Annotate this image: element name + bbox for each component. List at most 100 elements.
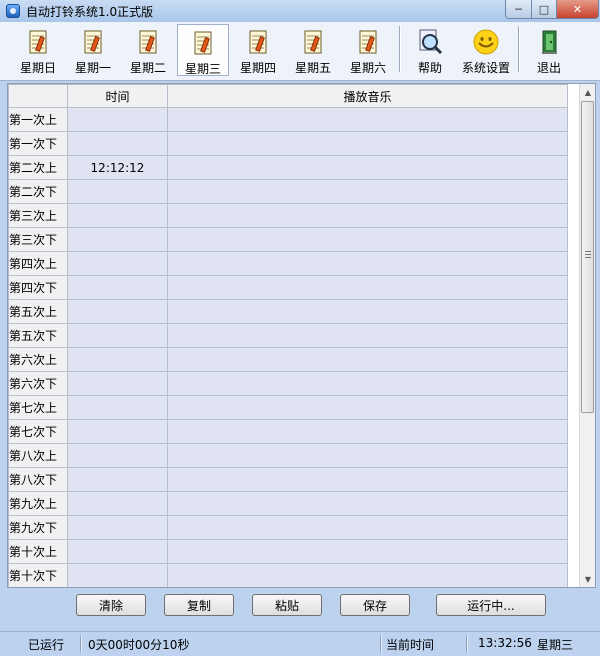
time-cell[interactable] <box>67 227 168 252</box>
exit-button[interactable]: 退出 <box>528 24 570 76</box>
maximize-button[interactable]: □ <box>531 0 557 19</box>
toolbar: 星期日 星期一 星期二 星期三 星期四 星期五 星期六 帮助 系统设置 退出 <box>0 22 600 81</box>
time-cell[interactable] <box>67 515 168 540</box>
time-cell[interactable] <box>67 491 168 516</box>
save-button[interactable]: 保存 <box>340 594 410 616</box>
music-cell[interactable] <box>167 155 568 180</box>
table-row: 第四次下 <box>8 275 568 300</box>
day-label: 星期五 <box>294 61 331 75</box>
day-button-4[interactable]: 星期四 <box>232 24 284 76</box>
music-cell[interactable] <box>167 251 568 276</box>
running-duration: 0天00时00分10秒 <box>88 638 190 652</box>
row-label: 第四次上 <box>8 251 68 276</box>
maximize-icon: □ <box>538 2 550 16</box>
close-button[interactable]: ✕ <box>556 0 599 19</box>
time-cell[interactable] <box>67 563 168 587</box>
row-label: 第二次上 <box>8 155 68 180</box>
time-cell[interactable] <box>67 131 168 156</box>
music-cell[interactable] <box>167 563 568 587</box>
minimize-button[interactable]: ─ <box>505 0 532 19</box>
music-cell[interactable] <box>167 395 568 420</box>
help-button[interactable]: 帮助 <box>406 24 454 76</box>
music-cell[interactable] <box>167 419 568 444</box>
time-cell[interactable] <box>67 299 168 324</box>
minimize-icon: ─ <box>515 2 522 16</box>
row-label: 第五次下 <box>8 323 68 348</box>
day-button-5[interactable]: 星期五 <box>287 24 339 76</box>
row-label: 第一次上 <box>8 107 68 132</box>
music-cell[interactable] <box>167 467 568 492</box>
music-cell[interactable] <box>167 275 568 300</box>
close-icon: ✕ <box>572 2 583 16</box>
table-row: 第二次上 12:12:12 <box>8 155 568 180</box>
music-cell[interactable] <box>167 443 568 468</box>
music-cell[interactable] <box>167 179 568 204</box>
day-button-3[interactable]: 星期三 <box>177 24 229 76</box>
day-button-0[interactable]: 星期日 <box>12 24 64 76</box>
time-cell[interactable] <box>67 323 168 348</box>
status-separator <box>80 635 82 653</box>
exit-label: 退出 <box>536 61 561 75</box>
day-button-6[interactable]: 星期六 <box>342 24 394 76</box>
time-cell[interactable] <box>67 107 168 132</box>
time-cell[interactable] <box>67 467 168 492</box>
music-cell[interactable] <box>167 515 568 540</box>
settings-label: 系统设置 <box>461 61 510 75</box>
settings-button[interactable]: 系统设置 <box>458 24 514 76</box>
run-button[interactable]: 运行中... <box>436 594 546 616</box>
time-cell[interactable] <box>67 347 168 372</box>
current-day-value: 星期三 <box>537 638 574 652</box>
table-row: 第五次下 <box>8 323 568 348</box>
row-label: 第六次下 <box>8 371 68 396</box>
time-cell[interactable] <box>67 443 168 468</box>
music-cell[interactable] <box>167 299 568 324</box>
smiley-settings-icon <box>473 29 499 55</box>
time-cell[interactable]: 12:12:12 <box>67 155 168 180</box>
table-row: 第一次上 <box>8 107 568 132</box>
copy-button[interactable]: 复制 <box>164 594 234 616</box>
table-row: 第七次上 <box>8 395 568 420</box>
time-cell[interactable] <box>67 419 168 444</box>
day-button-1[interactable]: 星期一 <box>67 24 119 76</box>
music-cell[interactable] <box>167 227 568 252</box>
time-cell[interactable] <box>67 251 168 276</box>
scrollbar-thumb[interactable] <box>581 101 594 413</box>
music-cell[interactable] <box>167 371 568 396</box>
running-label: 已运行 <box>28 638 65 652</box>
time-cell[interactable] <box>67 203 168 228</box>
column-header-time[interactable]: 时间 <box>67 84 168 108</box>
window-title: 自动打铃系统1.0正式版 <box>26 5 154 19</box>
day-label: 星期日 <box>19 61 56 75</box>
scroll-up-arrow-icon[interactable]: ▲ <box>580 84 595 100</box>
music-cell[interactable] <box>167 203 568 228</box>
day-label: 星期六 <box>349 61 386 75</box>
day-button-2[interactable]: 星期二 <box>122 24 174 76</box>
table-row: 第十次下 <box>8 563 568 587</box>
music-cell[interactable] <box>167 539 568 564</box>
row-label: 第三次下 <box>8 227 68 252</box>
table-row: 第三次下 <box>8 227 568 252</box>
table-row: 第六次上 <box>8 347 568 372</box>
paste-button[interactable]: 粘贴 <box>252 594 322 616</box>
clear-button[interactable]: 清除 <box>76 594 146 616</box>
title-bar: 自动打铃系统1.0正式版 ─ □ ✕ <box>0 0 600 23</box>
time-cell[interactable] <box>67 539 168 564</box>
table-row: 第一次下 <box>8 131 568 156</box>
day-label: 星期三 <box>184 62 221 76</box>
time-cell[interactable] <box>67 395 168 420</box>
time-cell[interactable] <box>67 179 168 204</box>
music-cell[interactable] <box>167 323 568 348</box>
current-time-label: 当前时间 <box>386 638 435 652</box>
schedule-grid: 时间 播放音乐 第一次上 第一次下 第二次上 12:12:12 第二次下 第三次上 第三次下… <box>7 83 596 588</box>
time-cell[interactable] <box>67 275 168 300</box>
music-cell[interactable] <box>167 107 568 132</box>
music-cell[interactable] <box>167 131 568 156</box>
schedule-table: 时间 播放音乐 第一次上 第一次下 第二次上 12:12:12 第二次下 第三次上 第三次下… <box>8 84 568 587</box>
column-header-music[interactable]: 播放音乐 <box>167 84 568 108</box>
music-cell[interactable] <box>167 347 568 372</box>
time-cell[interactable] <box>67 371 168 396</box>
status-bar: 已运行 0天00时00分10秒 当前时间 13:32:56 星期三 <box>0 631 600 656</box>
vertical-scrollbar[interactable]: ▲ ▼ <box>579 84 595 587</box>
music-cell[interactable] <box>167 491 568 516</box>
scroll-down-arrow-icon[interactable]: ▼ <box>580 571 595 587</box>
